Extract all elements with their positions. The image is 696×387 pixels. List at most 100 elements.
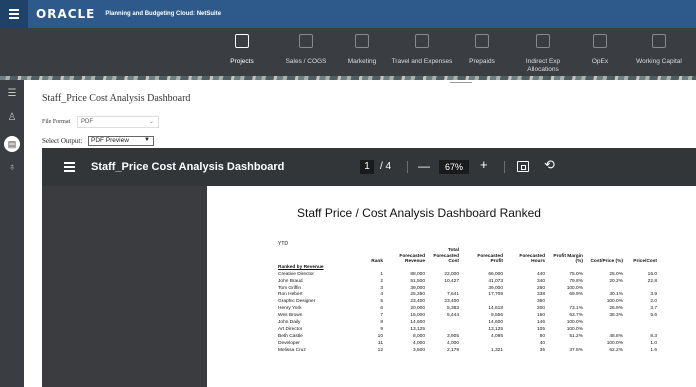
table-cell: 22.8: [647, 278, 657, 284]
table-header: Forecasted Revenue: [399, 253, 425, 265]
file-format-label: File Format: [42, 119, 71, 125]
table-cell: 4,000: [412, 340, 425, 346]
zoom-level-input[interactable]: 67%: [439, 160, 469, 174]
table-cell: 37.8%: [569, 347, 583, 353]
table-cell: 40: [539, 340, 545, 346]
zoom-out-button[interactable]: —: [418, 159, 430, 173]
table-cell: 4,095: [490, 333, 503, 339]
nav-card-working-capital[interactable]: Working Capital: [626, 30, 692, 74]
table-header: Forecasted Hours: [519, 253, 545, 265]
zoom-in-button[interactable]: +: [480, 158, 488, 172]
pdf-page: Staff Price / Cost Analysis Dashboard Ra…: [207, 186, 696, 387]
user-settings-icon[interactable]: ♙: [6, 112, 18, 124]
nav-label: Projects: [230, 58, 254, 65]
table-cell: 15,000: [410, 313, 425, 319]
select-output-dropdown[interactable]: PDF Preview ▼: [88, 136, 154, 146]
row-name-cell: Developer: [278, 340, 300, 346]
row-name-cell: Creative Director: [278, 271, 314, 277]
table-cell: 150: [536, 313, 545, 319]
table-cell: 440: [536, 271, 545, 277]
report-icon[interactable]: ▤: [4, 136, 20, 152]
table-cell: 13,125: [410, 326, 425, 332]
page-number-input[interactable]: 1: [360, 160, 374, 174]
left-rail: ☰ ♙ ▤ ♁: [0, 80, 24, 387]
nav-card-projects[interactable]: Projects: [222, 30, 262, 74]
nav-card-prepaids[interactable]: Prepaids: [460, 30, 504, 74]
table-cell: 8,000: [412, 333, 425, 339]
nav-card-indirect-exp-allocations[interactable]: Indirect Exp Allocations: [514, 30, 572, 74]
table-cell: [548, 341, 586, 348]
table-header: Price/Cost: [633, 259, 657, 265]
row-name-cell: Beth Castle: [278, 333, 303, 339]
file-format-select[interactable]: PDF ⌄: [77, 116, 159, 128]
table-cell: 8: [380, 320, 383, 326]
table-cell: 3,500: [412, 347, 425, 353]
row-name-cell: John Braud: [278, 278, 303, 284]
table-cell: 4,000: [446, 340, 459, 346]
table-cell: 80: [539, 333, 545, 339]
pdf-menu-icon[interactable]: [64, 162, 75, 172]
table-cell: 51.2%: [569, 333, 583, 339]
table-cell: 79.8%: [569, 278, 583, 284]
app-window: ORACLE Planning and Budgeting Cloud: Net…: [0, 0, 696, 387]
table-cell: 62.2%: [609, 347, 623, 353]
nav-label: Marketing: [347, 58, 377, 65]
nav-card-sales-cogs[interactable]: Sales / COGS: [276, 30, 336, 74]
table-cell: 63.7%: [569, 313, 583, 319]
rotate-icon[interactable]: ⟲: [544, 158, 555, 172]
table-cell: [428, 320, 462, 327]
table-cell: 100.0%: [606, 340, 623, 346]
nav-card-opex[interactable]: OpEx: [580, 30, 620, 74]
table-cell: 3,905: [446, 333, 459, 339]
table-cell: 14,600: [488, 320, 503, 326]
table-cell: 146: [536, 320, 545, 326]
tag-icon[interactable]: ♁: [6, 162, 18, 174]
table-row: Art Director 9 13,125 13,125 105 100.0%: [278, 327, 660, 334]
table-header: Total Forecasted Cost: [433, 248, 459, 265]
table-cell: 75.0%: [569, 271, 583, 277]
table-cell: 66,000: [488, 271, 503, 277]
table-header: Rank: [371, 259, 383, 265]
table-cell: 7: [380, 313, 383, 319]
table-row: John Daily 8 14,600 14,600 146 100.0%: [278, 320, 660, 327]
row-name-cell: Melissa Cruz: [278, 347, 306, 353]
table-cell: [586, 327, 626, 334]
row-name-cell: Art Director: [278, 326, 303, 332]
table-cell: 100.0%: [566, 320, 583, 326]
table-cell: [626, 320, 660, 327]
oracle-logo: ORACLE: [36, 7, 96, 21]
table-cell: 20.2%: [609, 278, 623, 284]
page-title: Staff_Price Cost Analysis Dashboard: [42, 93, 191, 104]
table-row: John Braud 2 51,500 10,427 41,073 340 79.8% 20.…: [278, 279, 660, 286]
table-row: Creative Director 1 88,000 22,000 66,000 440 7…: [278, 272, 660, 279]
nav-label: Sales / COGS: [285, 58, 327, 65]
table-cell: 36.3%: [609, 313, 623, 319]
nav-card-marketing[interactable]: Marketing: [340, 30, 384, 74]
table-header: Cost/Price (%): [590, 259, 623, 265]
list-icon[interactable]: ☰: [6, 88, 18, 100]
table-row: Tom Griffin 3 39,000 39,000 260 100.0%: [278, 286, 660, 293]
chevron-down-icon: ▼: [144, 137, 150, 143]
page-count: / 4: [380, 161, 392, 172]
table-cell: 35: [539, 347, 545, 353]
nav-label: Working Capital: [636, 58, 682, 65]
row-name-cell: John Daily: [278, 320, 301, 326]
table-cell: 1: [380, 271, 383, 277]
table-cell: 5,444: [446, 313, 459, 319]
id-card-icon: [415, 34, 429, 48]
table-row: Graphic Designer 5 23,400 23,400 360 100.0% 2.…: [278, 299, 660, 306]
table-cell: [586, 320, 626, 327]
chart-icon: [299, 34, 313, 48]
table-cell: 1,321: [490, 347, 503, 353]
table-cell: 41,073: [488, 278, 503, 284]
hamburger-menu-icon[interactable]: [0, 0, 28, 28]
pdf-title: Staff_Price Cost Analysis Dashboard: [91, 161, 285, 173]
table-header-name: [278, 248, 364, 265]
table-cell: 17,709: [488, 292, 503, 298]
table-header: Profit Margin (%): [553, 253, 583, 265]
megaphone-icon: [355, 34, 369, 48]
table-cell: 9,556: [490, 313, 503, 319]
fit-to-page-icon[interactable]: [517, 161, 529, 172]
table-cell: 11: [378, 340, 383, 346]
nav-card-travel-expenses[interactable]: Travel and Expenses: [388, 30, 456, 74]
